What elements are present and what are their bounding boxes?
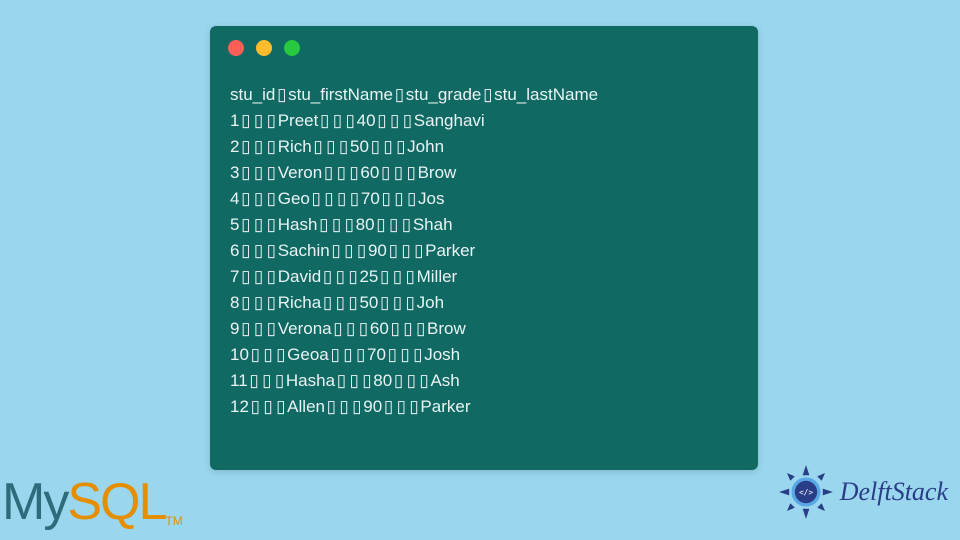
minimize-icon[interactable] (256, 40, 272, 56)
delftstack-text: DelftStack (840, 477, 948, 507)
terminal-output: stu_id▯stu_firstName▯stu_grade▯stu_lastN… (210, 66, 758, 436)
close-icon[interactable] (228, 40, 244, 56)
svg-text:</>: </> (799, 488, 813, 497)
mysql-logo-my: My (2, 473, 67, 531)
maximize-icon[interactable] (284, 40, 300, 56)
mysql-logo-tm: TM (165, 514, 182, 528)
mysql-logo-sql: SQL (67, 473, 165, 531)
window-titlebar (210, 26, 758, 66)
delftstack-seal-icon: </> (778, 464, 834, 520)
mysql-logo: MySQLTM (2, 472, 183, 532)
delftstack-logo: </> DelftStack (778, 464, 948, 520)
terminal-window: stu_id▯stu_firstName▯stu_grade▯stu_lastN… (210, 26, 758, 470)
